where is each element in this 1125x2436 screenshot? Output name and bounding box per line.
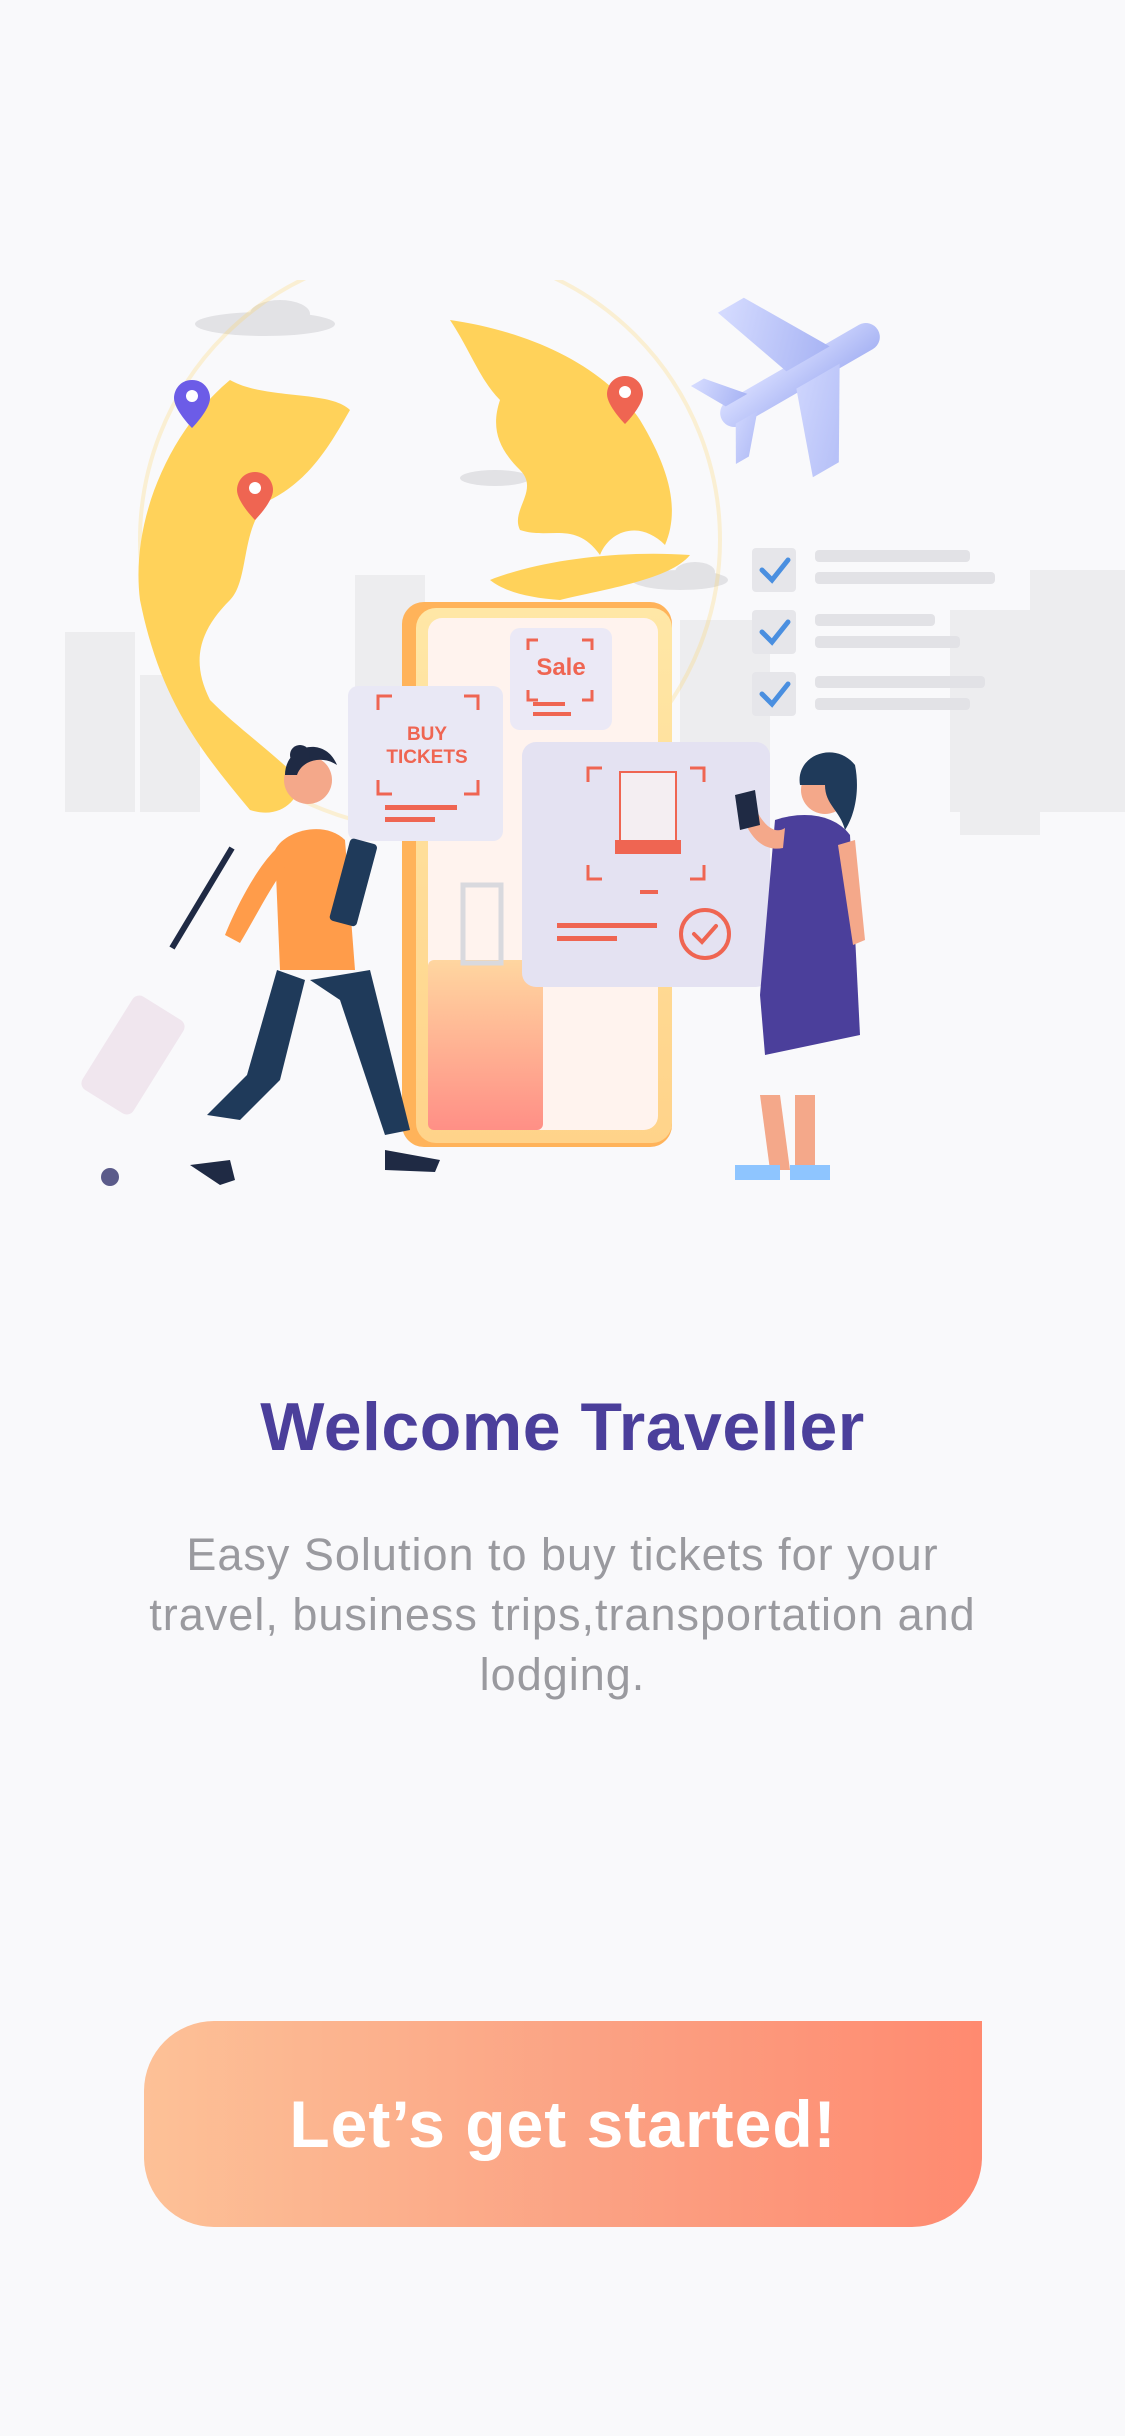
ticket-card: [522, 742, 770, 987]
sale-label: Sale: [536, 654, 585, 681]
luggage-icon: [81, 846, 235, 1186]
travel-illustration: Sale BUY TICKETS: [65, 280, 1125, 1186]
get-started-button[interactable]: Let’s get started!: [144, 2021, 982, 2227]
tickets-label: TICKETS: [386, 747, 467, 768]
buy-label: BUY: [407, 724, 447, 745]
airplane-icon: [690, 297, 880, 478]
welcome-title: Welcome Traveller: [260, 1389, 865, 1465]
buy-tickets-card: BUY TICKETS: [348, 686, 503, 841]
sale-card: Sale: [510, 628, 612, 730]
welcome-subtitle: Easy Solution to buy tickets for your tr…: [149, 1529, 976, 1700]
